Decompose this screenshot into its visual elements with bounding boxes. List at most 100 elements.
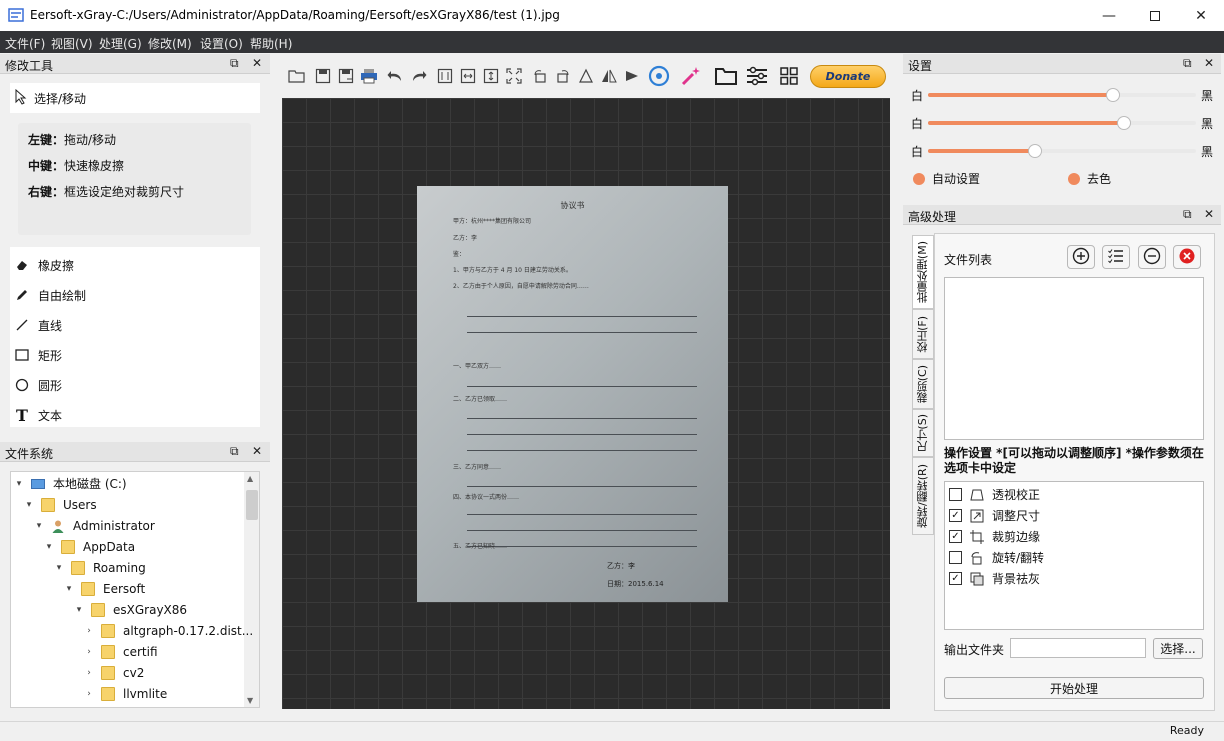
tree-item[interactable]: › certifi bbox=[83, 641, 158, 662]
tab-correct[interactable]: 校正(F) bbox=[912, 309, 934, 359]
operation-item[interactable]: ✓ 调整尺寸 bbox=[949, 505, 1040, 526]
start-processing-button[interactable]: 开始处理 bbox=[944, 677, 1204, 699]
toggle-dot-icon bbox=[1068, 172, 1080, 185]
save-as-button[interactable] bbox=[335, 66, 357, 88]
text-tool[interactable]: T 文本 bbox=[10, 401, 260, 429]
close-panel-icon[interactable]: ✕ bbox=[1204, 207, 1214, 221]
fullscreen-button[interactable] bbox=[503, 66, 525, 88]
tree-item[interactable]: ▾ esXGrayX86 bbox=[73, 599, 187, 620]
operation-item[interactable]: ✓ 背景祛灰 bbox=[949, 568, 1040, 589]
fit-width-button[interactable] bbox=[434, 66, 456, 88]
menu-file[interactable]: 文件(F) bbox=[5, 35, 45, 52]
close-panel-icon[interactable]: ✕ bbox=[1204, 56, 1214, 70]
operation-checkbox[interactable]: ✓ bbox=[949, 509, 962, 522]
tree-item[interactable]: › altgraph-0.17.2.dist... bbox=[83, 620, 253, 641]
slider-handle[interactable] bbox=[1116, 116, 1131, 130]
tab-rotate[interactable]: 旋转/翻转(R) bbox=[912, 457, 934, 535]
menu-view[interactable]: 视图(V) bbox=[51, 35, 93, 52]
gray-slider-1[interactable] bbox=[928, 88, 1196, 102]
float-icon[interactable]: ⧉ bbox=[1183, 207, 1192, 222]
auto-setting-toggle[interactable]: 自动设置 bbox=[913, 170, 980, 187]
image-canvas[interactable]: 协议书 甲方：杭州****集团有限公司 乙方：李 鉴： 1、甲方与乙方于 4 月… bbox=[282, 98, 890, 709]
menu-help[interactable]: 帮助(H) bbox=[250, 35, 292, 52]
operation-item[interactable]: 旋转/翻转 bbox=[949, 547, 1044, 568]
close-panel-icon[interactable]: ✕ bbox=[252, 444, 262, 458]
scroll-up-icon[interactable]: ▲ bbox=[247, 474, 253, 483]
auto-process-button[interactable] bbox=[648, 65, 670, 88]
browse-button[interactable]: 选择... bbox=[1153, 638, 1203, 659]
gray-slider-3[interactable] bbox=[928, 144, 1196, 158]
output-folder-input[interactable] bbox=[1010, 638, 1146, 658]
rotate-button[interactable] bbox=[575, 66, 597, 88]
scroll-down-icon[interactable]: ▼ bbox=[247, 696, 253, 705]
rotate-left-button[interactable] bbox=[529, 66, 551, 88]
slider-handle[interactable] bbox=[1028, 144, 1043, 158]
flip-horizontal-button[interactable] bbox=[598, 66, 620, 88]
scrollbar-thumb[interactable] bbox=[246, 490, 258, 520]
gray-slider-2[interactable] bbox=[928, 116, 1196, 130]
operation-item[interactable]: ✓ 裁剪边缘 bbox=[949, 526, 1040, 547]
tree-item[interactable]: › llvmlite bbox=[83, 683, 167, 704]
operation-checkbox[interactable]: ✓ bbox=[949, 530, 962, 543]
document-line: 1、甲方与乙方于 4 月 10 日建立劳动关系。 bbox=[453, 267, 572, 274]
menu-modify[interactable]: 修改(M) bbox=[148, 35, 192, 52]
float-icon[interactable]: ⧉ bbox=[1183, 56, 1192, 71]
grid-view-button[interactable] bbox=[778, 66, 800, 88]
open-folder-button[interactable] bbox=[715, 66, 737, 88]
menu-process[interactable]: 处理(G) bbox=[99, 35, 142, 52]
file-list-label: 文件列表 bbox=[944, 253, 993, 267]
tree-item[interactable]: ▾ AppData bbox=[43, 536, 135, 557]
slider-handle[interactable] bbox=[1105, 88, 1120, 102]
tab-crop[interactable]: 裁剪(C) bbox=[912, 359, 934, 409]
circle-label: 圆形 bbox=[38, 378, 63, 393]
donate-button[interactable]: Donate bbox=[810, 65, 886, 88]
tree-item[interactable]: › cv2 bbox=[83, 662, 144, 683]
adjust-button[interactable] bbox=[746, 66, 768, 88]
operation-checkbox[interactable] bbox=[949, 488, 962, 501]
tree-item[interactable]: ▾ Eersoft bbox=[63, 578, 145, 599]
redo-button[interactable] bbox=[408, 66, 430, 88]
tree-item[interactable]: ▾ Users bbox=[23, 494, 97, 515]
folder-icon bbox=[101, 686, 115, 701]
open-file-button[interactable] bbox=[286, 66, 308, 88]
select-move-tool[interactable]: 选择/移动 bbox=[10, 83, 260, 113]
rotate-right-button[interactable] bbox=[552, 66, 574, 88]
tree-item[interactable]: ▾ Roaming bbox=[53, 557, 146, 578]
decolor-toggle[interactable]: 去色 bbox=[1068, 170, 1111, 187]
operation-checkbox[interactable]: ✓ bbox=[949, 572, 962, 585]
menu-settings[interactable]: 设置(O) bbox=[200, 35, 243, 52]
list-check-button[interactable] bbox=[1102, 245, 1130, 269]
clear-list-button[interactable] bbox=[1173, 245, 1201, 269]
maximize-button[interactable] bbox=[1132, 0, 1178, 31]
save-button[interactable] bbox=[312, 66, 334, 88]
float-icon[interactable]: ⧉ bbox=[230, 56, 239, 71]
tree-item[interactable]: ▾ 本地磁盘 (C:) bbox=[13, 473, 127, 494]
tab-size[interactable]: 尺寸(S) bbox=[912, 409, 934, 457]
tree-item[interactable]: ▾ Administrator bbox=[33, 515, 155, 536]
minimize-button[interactable]: — bbox=[1086, 0, 1132, 31]
fit-horizontal-button[interactable] bbox=[457, 66, 479, 88]
fit-vertical-button[interactable] bbox=[480, 66, 502, 88]
magic-wand-button[interactable] bbox=[680, 66, 702, 88]
float-icon[interactable]: ⧉ bbox=[230, 444, 239, 459]
file-list[interactable] bbox=[944, 277, 1204, 440]
advanced-panel-header: 高级处理 ⧉ ✕ bbox=[903, 205, 1221, 225]
print-button[interactable] bbox=[358, 66, 380, 88]
rectangle-tool[interactable]: 矩形 bbox=[10, 341, 260, 369]
add-file-button[interactable] bbox=[1067, 245, 1095, 269]
circle-tool[interactable]: 圆形 bbox=[10, 371, 260, 399]
freehand-tool[interactable]: 自由绘制 bbox=[10, 281, 260, 309]
line-tool[interactable]: 直线 bbox=[10, 311, 260, 339]
operation-checkbox[interactable] bbox=[949, 551, 962, 564]
close-button[interactable]: ✕ bbox=[1178, 0, 1224, 31]
remove-file-button[interactable] bbox=[1138, 245, 1166, 269]
tab-batch[interactable]: 批量处理(M) bbox=[912, 235, 934, 309]
operation-item[interactable]: 透视校正 bbox=[949, 484, 1040, 505]
operation-label: 背景祛灰 bbox=[992, 572, 1041, 586]
tree-scrollbar[interactable]: ▲ ▼ bbox=[244, 472, 259, 707]
undo-button[interactable] bbox=[384, 66, 406, 88]
close-panel-icon[interactable]: ✕ bbox=[252, 56, 262, 70]
tree-label: Users bbox=[63, 497, 97, 512]
flip-vertical-button[interactable] bbox=[621, 66, 643, 88]
eraser-tool[interactable]: 橡皮擦 bbox=[10, 251, 260, 279]
